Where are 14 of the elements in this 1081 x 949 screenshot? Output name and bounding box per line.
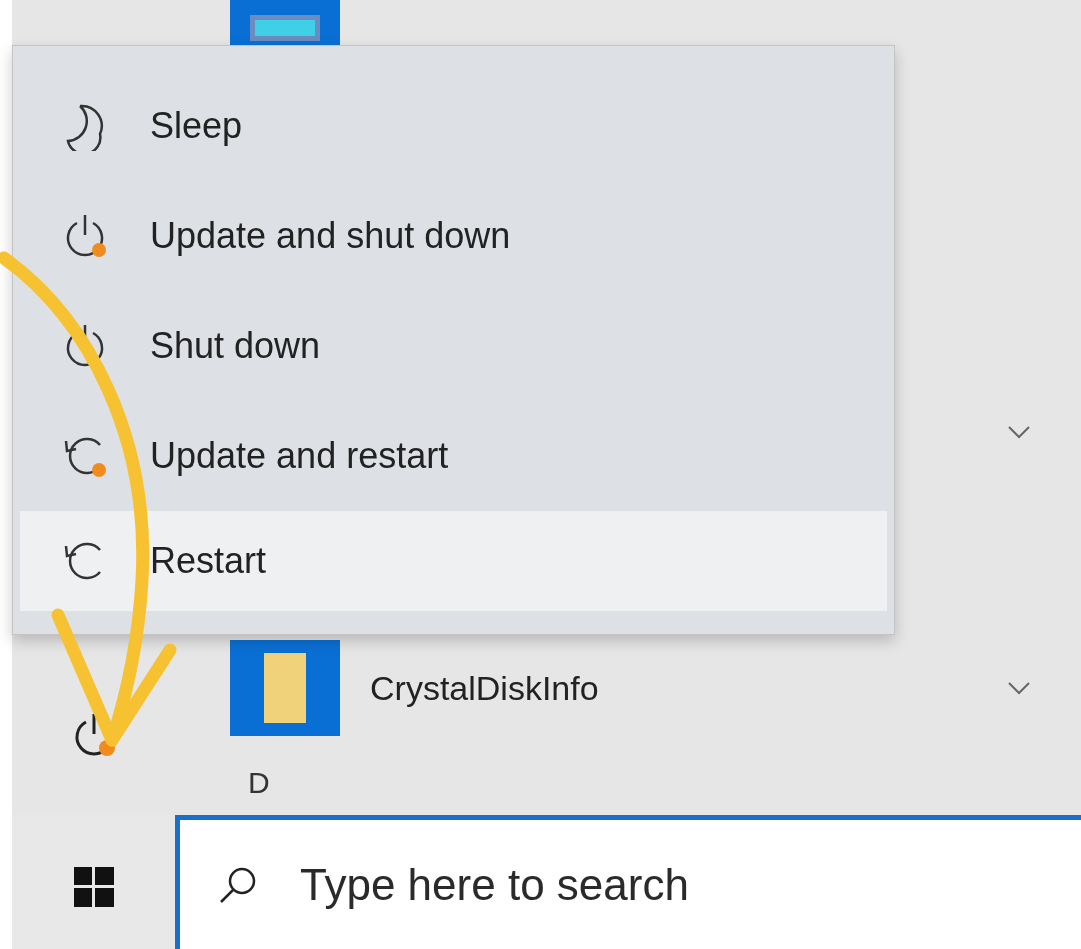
search-input[interactable]: Type here to search (298, 858, 1002, 911)
folder-tile-icon[interactable] (230, 640, 340, 736)
chevron-down-icon[interactable] (1007, 681, 1031, 695)
power-menu-item[interactable]: Update and shut down (20, 181, 887, 291)
power-menu-item[interactable]: Update and restart (20, 401, 887, 511)
chevron-down-icon[interactable] (1007, 425, 1031, 439)
app-tile[interactable] (230, 0, 340, 45)
section-letter[interactable]: D (248, 768, 270, 798)
app-name[interactable]: CrystalDiskInfo (370, 668, 1007, 708)
power-menu-item[interactable]: Sleep (20, 71, 887, 181)
power-menu-item[interactable]: Restart (20, 511, 887, 611)
power-menu-item[interactable]: Shut down (20, 291, 887, 401)
search-box[interactable]: Type here to search (175, 815, 1081, 949)
windows-logo-icon[interactable] (73, 867, 114, 907)
